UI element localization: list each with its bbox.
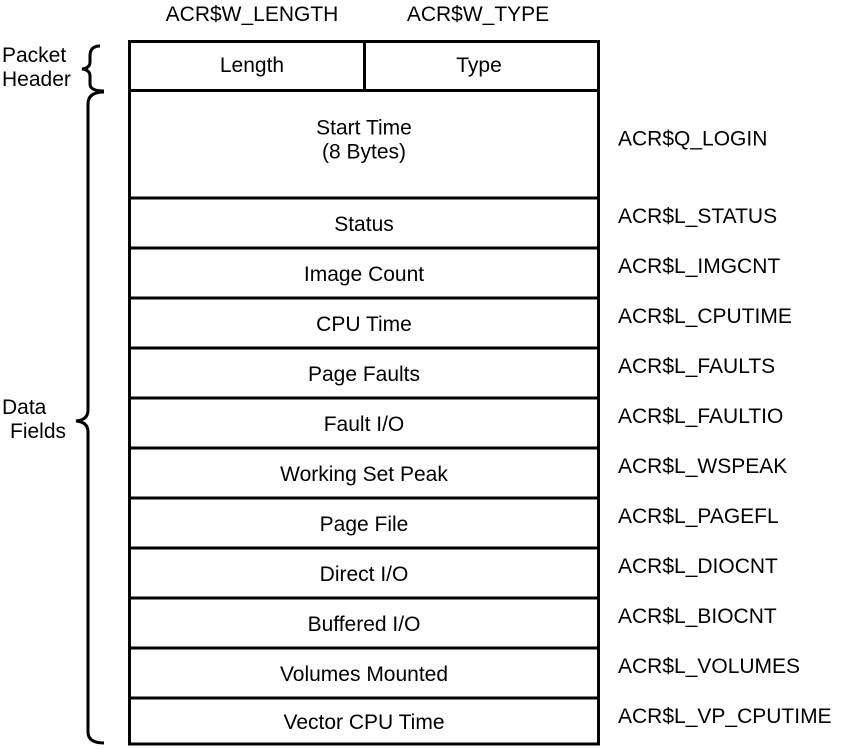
field-label: Start Time — [316, 116, 412, 139]
type-symbol: ACR$W_TYPE — [407, 3, 549, 26]
field-label: Status — [334, 213, 394, 236]
field-symbol: ACR$L_FAULTIO — [618, 405, 783, 428]
field-symbol: ACR$L_CPUTIME — [618, 305, 792, 328]
field-symbol: ACR$L_IMGCNT — [618, 255, 780, 278]
packet-header-label: Packet — [2, 44, 66, 67]
field-label: CPU Time — [316, 313, 412, 336]
field-symbol: ACR$L_VP_CPUTIME — [618, 705, 832, 728]
length-field: Length — [220, 54, 284, 77]
field-label: Page File — [320, 513, 409, 536]
field-symbol: ACR$L_PAGEFL — [618, 505, 779, 528]
length-symbol: ACR$W_LENGTH — [166, 3, 339, 26]
field-size: (8 Bytes) — [322, 140, 406, 163]
field-symbol: ACR$L_VOLUMES — [618, 655, 800, 678]
field-label: Image Count — [304, 263, 424, 286]
field-symbol: ACR$L_BIOCNT — [618, 605, 777, 628]
packet-header-label-2: Header — [2, 68, 71, 91]
field-label: Vector CPU Time — [283, 711, 444, 734]
field-symbol: ACR$L_FAULTS — [618, 355, 775, 378]
field-label: Buffered I/O — [308, 613, 421, 636]
field-label: Volumes Mounted — [280, 663, 448, 686]
field-label: Direct I/O — [320, 563, 409, 586]
type-field: Type — [456, 54, 502, 77]
field-symbol: ACR$L_WSPEAK — [618, 455, 787, 478]
packet-layout-diagram: ACR$W_LENGTH ACR$W_TYPE Packet Header Da… — [2, 3, 832, 746]
data-fields-brace — [75, 90, 105, 745]
packet-header-brace — [81, 44, 105, 93]
field-symbol: ACR$Q_LOGIN — [618, 127, 767, 150]
field-label: Working Set Peak — [280, 463, 448, 486]
data-fields-label: Data — [2, 396, 47, 419]
field-symbol: ACR$L_DIOCNT — [618, 555, 778, 578]
data-fields-label-2: Fields — [10, 420, 66, 443]
field-label: Fault I/O — [324, 413, 405, 436]
field-label: Page Faults — [308, 363, 420, 386]
field-symbol: ACR$L_STATUS — [618, 205, 777, 228]
